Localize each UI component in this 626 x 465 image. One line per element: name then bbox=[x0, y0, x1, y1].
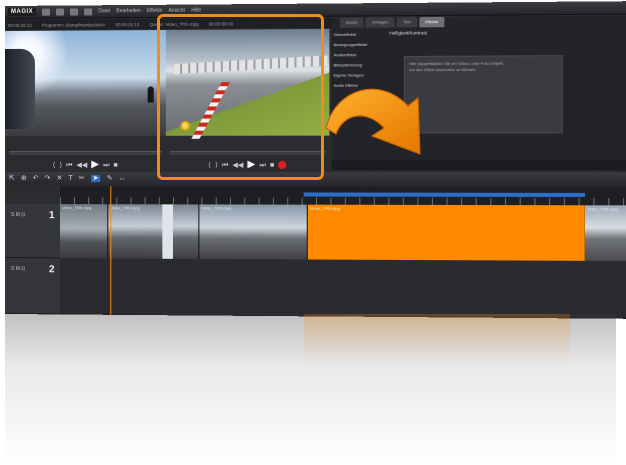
tab-templates[interactable]: Vorlagen bbox=[365, 17, 395, 28]
track-header-1[interactable]: S M ⊡ 1 bbox=[5, 204, 61, 259]
clip-reflection bbox=[304, 314, 570, 364]
text-icon[interactable]: T bbox=[68, 175, 72, 182]
grandstand bbox=[174, 55, 328, 75]
clip-label: Video_TRS.mpg bbox=[110, 205, 140, 211]
clip-label: Video_TRS.mpg bbox=[201, 205, 232, 211]
media-pool-tabs: Import Vorlagen Titel Effekte bbox=[331, 16, 626, 28]
clip-label: Video_TRS.mpg bbox=[62, 205, 92, 211]
step-back-icon[interactable]: ◀◀ bbox=[232, 162, 243, 169]
category-item[interactable]: Bildoptimierung bbox=[331, 60, 385, 70]
program-scrub-bar[interactable] bbox=[8, 150, 162, 155]
marker-in-icon[interactable]: ⟨ bbox=[208, 162, 211, 169]
mid-timecode: 00:00:01:13 bbox=[115, 21, 140, 27]
rewind-icon[interactable]: ⏮ bbox=[66, 162, 72, 169]
track-kerb bbox=[191, 82, 230, 139]
menu-view[interactable]: Ansicht bbox=[168, 8, 185, 14]
monitor-info-bar: 00:00:26:13 Programm: Stumpfmanipulation… bbox=[5, 17, 335, 30]
timeline-toolbar: ⇱ ⊕ ↶ ↷ ✕ T ✂ ➤ ✎ ↔ bbox=[5, 172, 626, 186]
menu-file[interactable]: Datei bbox=[98, 8, 110, 14]
stretch-icon[interactable]: ↔ bbox=[119, 175, 126, 182]
editor-window: MAGIX Datei Bearbeiten Effekte Ansicht H… bbox=[5, 1, 626, 319]
marker-out-icon[interactable]: ⟩ bbox=[215, 162, 218, 169]
rewind-icon[interactable]: ⏮ bbox=[222, 162, 228, 169]
category-item[interactable]: Bewegungseffekte bbox=[331, 40, 385, 50]
new-icon[interactable] bbox=[42, 8, 51, 16]
clip-label: Video_TRS.mpg bbox=[309, 205, 340, 211]
track-controls[interactable]: S M ⊡ bbox=[11, 266, 25, 272]
pointer-icon[interactable]: ➤ bbox=[90, 175, 101, 183]
source-transport: ⟨ ⟩ ⏮ ◀◀ ▶ ⏭ ■ bbox=[166, 158, 329, 172]
tab-import[interactable]: Import bbox=[339, 17, 364, 28]
forward-icon[interactable]: ⏭ bbox=[103, 162, 109, 169]
category-item[interactable]: Videoeffekte bbox=[331, 30, 385, 41]
range-selection[interactable] bbox=[303, 192, 585, 198]
marker-out-icon[interactable]: ⟩ bbox=[59, 162, 62, 169]
track-controls[interactable]: S M ⊡ bbox=[11, 212, 25, 218]
stop-icon[interactable]: ■ bbox=[270, 162, 274, 169]
source-preview-image bbox=[165, 28, 330, 139]
program-transport: ⟨ ⟩ ⏮ ◀◀ ▶ ⏭ ■ bbox=[5, 158, 166, 172]
video-clip[interactable]: Video_TRS.mpg bbox=[60, 204, 109, 259]
left-timecode: 00:00:26:13 bbox=[7, 22, 32, 28]
clip-label: Video_TRS.mpg bbox=[587, 206, 619, 212]
tab-effects[interactable]: Effekte bbox=[418, 16, 445, 28]
stop-icon[interactable]: ■ bbox=[113, 162, 117, 169]
category-item[interactable]: Audioeffekte bbox=[331, 50, 385, 60]
open-icon[interactable] bbox=[56, 8, 65, 16]
record-icon[interactable] bbox=[278, 161, 287, 170]
scissors-icon[interactable]: ✂ bbox=[79, 175, 85, 182]
playhead[interactable] bbox=[110, 186, 112, 315]
tab-title[interactable]: Titel bbox=[396, 17, 417, 28]
delete-icon[interactable]: ✕ bbox=[57, 175, 63, 182]
light-flare bbox=[180, 120, 191, 131]
step-back-icon[interactable]: ◀◀ bbox=[76, 162, 87, 169]
app-logo: MAGIX bbox=[7, 7, 37, 16]
program-preview-image bbox=[5, 29, 166, 136]
save-icon[interactable] bbox=[70, 7, 79, 16]
marker-in-icon[interactable]: ⟨ bbox=[53, 162, 56, 169]
video-track-2[interactable] bbox=[60, 258, 626, 319]
screenshot-scene: MAGIX Datei Bearbeiten Effekte Ansicht H… bbox=[0, 0, 626, 465]
right-timecode: 00:00:00:00 bbox=[208, 20, 234, 27]
menu-effects[interactable]: Effekte bbox=[147, 8, 163, 14]
program-monitor[interactable] bbox=[5, 29, 166, 136]
track-number: 1 bbox=[48, 210, 55, 222]
menu-edit[interactable]: Bearbeiten bbox=[116, 8, 140, 14]
person-silhouette bbox=[147, 86, 154, 103]
forward-icon[interactable]: ⏭ bbox=[259, 162, 265, 169]
inserted-clip-highlight[interactable]: Video_TRS.mpg bbox=[307, 204, 585, 261]
undo-icon[interactable] bbox=[84, 7, 93, 15]
source-label: Quelle: Video_TRS.mpg bbox=[149, 21, 199, 27]
car-silhouette bbox=[5, 48, 35, 129]
curved-arrow-icon bbox=[325, 88, 421, 155]
menu-help[interactable]: Hilfe bbox=[191, 8, 201, 14]
play-icon[interactable]: ▶ bbox=[247, 159, 255, 170]
window-reflection bbox=[5, 314, 616, 465]
video-clip[interactable]: Video_TRS.mpg bbox=[199, 204, 308, 260]
video-clip[interactable]: Video_TRS.mpg bbox=[584, 205, 626, 262]
video-clip[interactable]: Video_TRS.mpg bbox=[108, 204, 200, 259]
video-track-1[interactable]: Video_TRS.mpg Video_TRS.mpg Video_TRS.mp… bbox=[60, 204, 626, 262]
source-monitor[interactable] bbox=[165, 28, 330, 139]
draw-icon[interactable]: ✎ bbox=[107, 175, 113, 182]
effect-panel-title: Helligkeit/Kontrast bbox=[389, 30, 427, 36]
mouse-mode-icon[interactable]: ⇱ bbox=[9, 175, 15, 182]
source-scrub-bar[interactable] bbox=[169, 150, 326, 155]
undo-icon[interactable]: ↶ bbox=[33, 175, 39, 182]
track-header-2[interactable]: S M ⊡ 2 bbox=[5, 258, 61, 315]
play-icon[interactable]: ▶ bbox=[91, 159, 99, 170]
redo-icon[interactable]: ↷ bbox=[45, 175, 51, 182]
track-number: 2 bbox=[48, 264, 55, 276]
timeline-ruler[interactable] bbox=[60, 186, 626, 206]
zoom-icon[interactable]: ⊕ bbox=[21, 175, 27, 182]
program-label: Programm: Stumpfmanipulation bbox=[41, 21, 106, 28]
